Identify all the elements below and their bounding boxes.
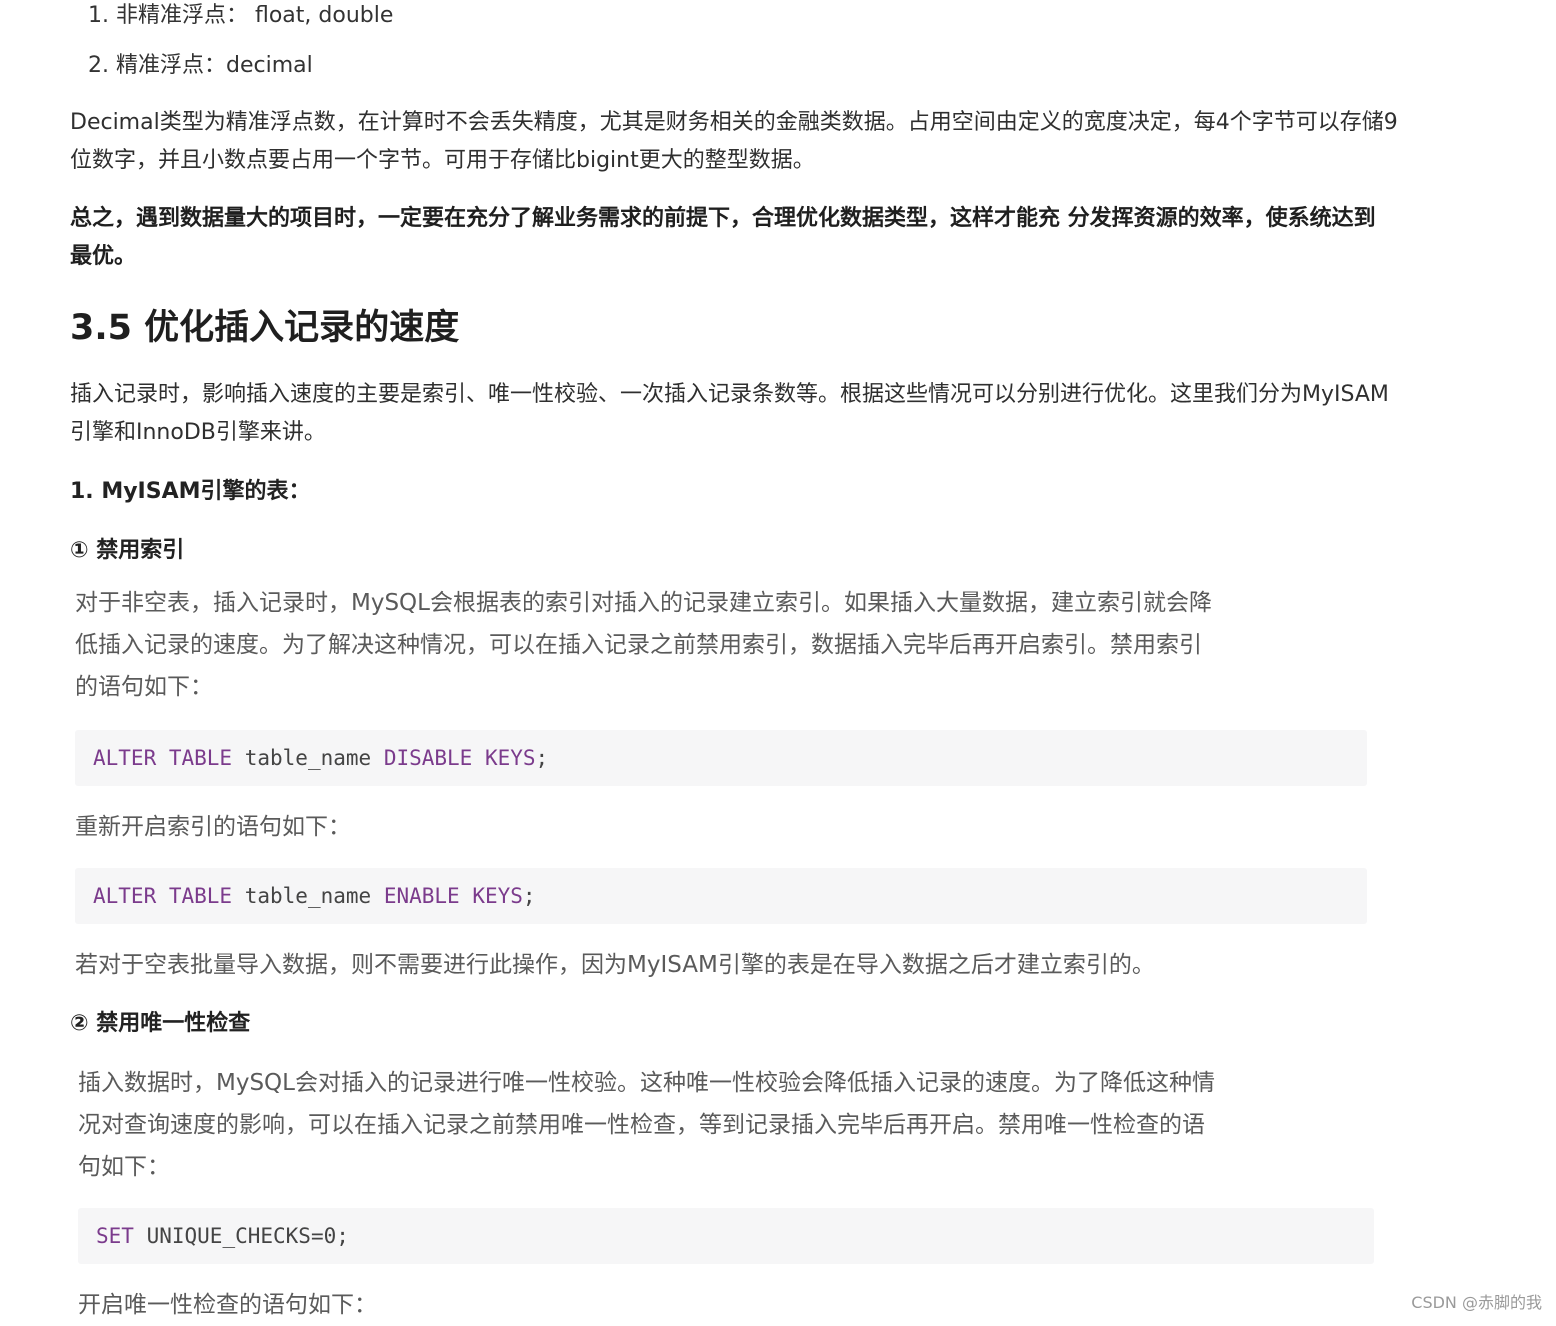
code-statement: UNIQUE_CHECKS=0; <box>146 1224 349 1248</box>
paragraph-line: 总之，遇到数据量大的项目时，一定要在充分了解业务需求的前提下，合理优化数据类型，… <box>70 206 1376 231</box>
code-block-unique-checks: SET UNIQUE_CHECKS=0; <box>78 1208 1374 1264</box>
code-keyword: ENABLE KEYS <box>383 884 523 908</box>
step-title-disable-unique: ② 禁用唯一性检查 <box>70 1011 251 1036</box>
embedded-image-disable-index: 对于非空表，插入记录时，MySQL会根据表的索引对插入的记录建立索引。如果插入大… <box>60 578 1376 990</box>
step-title-disable-index: ① 禁用索引 <box>70 538 185 563</box>
paragraph-line: 最优。 <box>70 244 137 269</box>
code-punctuation: ; <box>535 746 549 770</box>
subheading-myisam: 1. MyISAM引擎的表： <box>70 479 311 504</box>
code-identifier: table_name <box>244 746 372 770</box>
paragraph-line: Decimal类型为精准浮点数，在计算时不会丢失精度，尤其是财务相关的金融类数据… <box>70 110 1398 135</box>
list-item: 1. 非精准浮点： float, double <box>88 3 394 28</box>
image-text-line: 插入数据时，MySQL会对插入的记录进行唯一性校验。这种唯一性校验会降低插入记录… <box>78 1070 1215 1096</box>
list-item: 2. 精准浮点：decimal <box>88 53 313 78</box>
code-block-enable-keys: ALTER TABLE table_name ENABLE KEYS; <box>75 868 1367 924</box>
paragraph-line: 引擎和InnoDB引擎来讲。 <box>70 420 326 445</box>
code-punctuation: ; <box>522 884 536 908</box>
embedded-image-disable-unique: 插入数据时，MySQL会对插入的记录进行唯一性校验。这种唯一性校验会降低插入记录… <box>60 1058 1376 1321</box>
paragraph-summary: 总之，遇到数据量大的项目时，一定要在充分了解业务需求的前提下，合理优化数据类型，… <box>70 200 1516 276</box>
image-text-line: 对于非空表，插入记录时，MySQL会根据表的索引对插入的记录建立索引。如果插入大… <box>75 590 1212 616</box>
image-text-line: 的语句如下： <box>75 674 213 700</box>
paragraph-line: 插入记录时，影响插入速度的主要是索引、唯一性校验、一次插入记录条数等。根据这些情… <box>70 382 1389 407</box>
image-text-line: 重新开启索引的语句如下： <box>75 814 351 840</box>
code-keyword: ALTER TABLE <box>93 746 233 770</box>
image-text-line: 句如下： <box>78 1154 170 1180</box>
image-text-line: 若对于空表批量导入数据，则不需要进行此操作，因为MyISAM引擎的表是在导入数据… <box>75 952 1155 978</box>
image-text-line: 开启唯一性检查的语句如下： <box>78 1292 377 1318</box>
paragraph-intro: 插入记录时，影响插入速度的主要是索引、唯一性校验、一次插入记录条数等。根据这些情… <box>70 376 1516 452</box>
csdn-watermark: CSDN @赤脚的我 <box>1411 1293 1542 1312</box>
code-block-disable-keys: ALTER TABLE table_name DISABLE KEYS; <box>75 730 1367 786</box>
paragraph-line: 位数字，并且小数点要占用一个字节。可用于存储比bigint更大的整型数据。 <box>70 148 815 173</box>
code-keyword: ALTER TABLE <box>93 884 233 908</box>
image-text-line: 况对查询速度的影响，可以在插入记录之前禁用唯一性检查，等到记录插入完毕后再开启。… <box>78 1112 1205 1138</box>
code-keyword: DISABLE KEYS <box>383 746 536 770</box>
code-keyword: SET <box>96 1224 134 1248</box>
code-identifier: table_name <box>244 884 372 908</box>
paragraph-decimal: Decimal类型为精准浮点数，在计算时不会丢失精度，尤其是财务相关的金融类数据… <box>70 104 1516 180</box>
section-title: 3.5 优化插入记录的速度 <box>70 308 460 348</box>
image-text-line: 低插入记录的速度。为了解决这种情况，可以在插入记录之前禁用索引，数据插入完毕后再… <box>75 632 1202 658</box>
